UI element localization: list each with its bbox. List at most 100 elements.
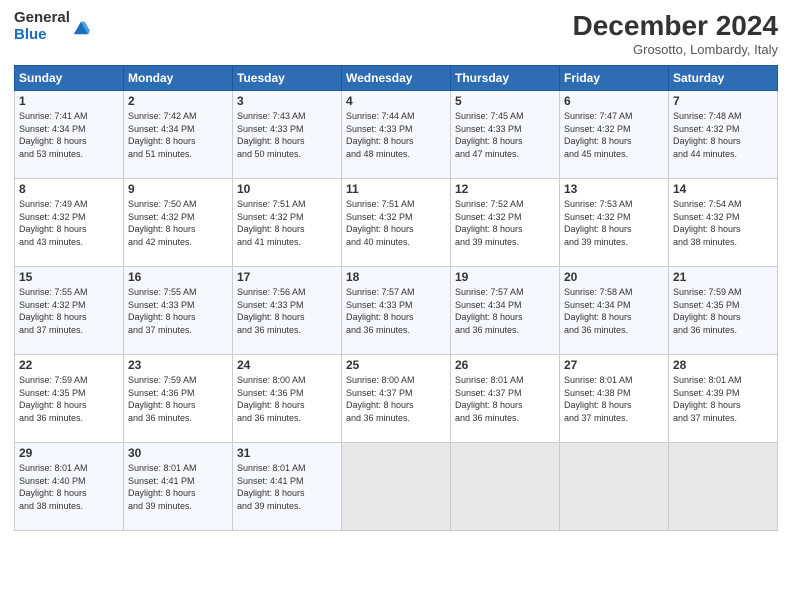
day-number: 15 <box>19 270 119 284</box>
calendar-body: 1 Sunrise: 7:41 AM Sunset: 4:34 PM Daylig… <box>15 91 778 531</box>
calendar-header: SundayMondayTuesdayWednesdayThursdayFrid… <box>15 66 778 91</box>
day-number: 17 <box>237 270 337 284</box>
header-cell-saturday: Saturday <box>669 66 778 91</box>
cell-info: Sunrise: 7:54 AM Sunset: 4:32 PM Dayligh… <box>673 198 773 248</box>
page: General Blue December 2024 Grosotto, Lom… <box>0 0 792 612</box>
calendar-cell: 14 Sunrise: 7:54 AM Sunset: 4:32 PM Dayli… <box>669 179 778 267</box>
day-number: 25 <box>346 358 446 372</box>
calendar-cell: 21Sunrise: 7:59 AM Sunset: 4:35 PM Dayli… <box>669 267 778 355</box>
calendar-cell: 16 Sunrise: 7:55 AM Sunset: 4:33 PM Dayli… <box>124 267 233 355</box>
day-number: 7 <box>673 94 773 108</box>
cell-info: Sunrise: 8:00 AM Sunset: 4:36 PM Dayligh… <box>237 374 337 424</box>
cell-info: Sunrise: 7:42 AM Sunset: 4:34 PM Dayligh… <box>128 110 228 160</box>
calendar-cell <box>560 443 669 531</box>
logo-general: General <box>14 10 70 27</box>
cell-info: Sunrise: 7:50 AM Sunset: 4:32 PM Dayligh… <box>128 198 228 248</box>
day-number: 8 <box>19 182 119 196</box>
day-number: 6 <box>564 94 664 108</box>
calendar-cell: 12Sunrise: 7:52 AM Sunset: 4:32 PM Dayli… <box>451 179 560 267</box>
cell-info: Sunrise: 7:53 AM Sunset: 4:32 PM Dayligh… <box>564 198 664 248</box>
header-row: SundayMondayTuesdayWednesdayThursdayFrid… <box>15 66 778 91</box>
day-number: 13 <box>564 182 664 196</box>
calendar-cell: 1 Sunrise: 7:41 AM Sunset: 4:34 PM Daylig… <box>15 91 124 179</box>
calendar-cell <box>669 443 778 531</box>
calendar-cell: 19 Sunrise: 7:57 AM Sunset: 4:34 PM Dayli… <box>451 267 560 355</box>
cell-info: Sunrise: 7:59 AM Sunset: 4:35 PM Dayligh… <box>19 374 119 424</box>
day-number: 4 <box>346 94 446 108</box>
calendar-cell: 26Sunrise: 8:01 AM Sunset: 4:37 PM Dayli… <box>451 355 560 443</box>
header-cell-sunday: Sunday <box>15 66 124 91</box>
cell-info: Sunrise: 7:55 AM Sunset: 4:33 PM Dayligh… <box>128 286 228 336</box>
cell-info: Sunrise: 7:55 AM Sunset: 4:32 PM Dayligh… <box>19 286 119 336</box>
header: General Blue December 2024 Grosotto, Lom… <box>14 10 778 57</box>
location: Grosotto, Lombardy, Italy <box>573 42 778 57</box>
day-number: 9 <box>128 182 228 196</box>
cell-info: Sunrise: 7:48 AM Sunset: 4:32 PM Dayligh… <box>673 110 773 160</box>
calendar-cell: 15 Sunrise: 7:55 AM Sunset: 4:32 PM Dayli… <box>15 267 124 355</box>
day-number: 10 <box>237 182 337 196</box>
cell-info: Sunrise: 7:58 AM Sunset: 4:34 PM Dayligh… <box>564 286 664 336</box>
calendar-cell: 8 Sunrise: 7:49 AM Sunset: 4:32 PM Daylig… <box>15 179 124 267</box>
calendar-cell: 10Sunrise: 7:51 AM Sunset: 4:32 PM Dayli… <box>233 179 342 267</box>
calendar-cell: 13 Sunrise: 7:53 AM Sunset: 4:32 PM Dayli… <box>560 179 669 267</box>
calendar-row-3: 22Sunrise: 7:59 AM Sunset: 4:35 PM Dayli… <box>15 355 778 443</box>
day-number: 29 <box>19 446 119 460</box>
day-number: 1 <box>19 94 119 108</box>
cell-info: Sunrise: 7:41 AM Sunset: 4:34 PM Dayligh… <box>19 110 119 160</box>
day-number: 26 <box>455 358 555 372</box>
calendar-cell: 24 Sunrise: 8:00 AM Sunset: 4:36 PM Dayli… <box>233 355 342 443</box>
day-number: 21 <box>673 270 773 284</box>
day-number: 27 <box>564 358 664 372</box>
calendar-row-0: 1 Sunrise: 7:41 AM Sunset: 4:34 PM Daylig… <box>15 91 778 179</box>
calendar-cell: 11Sunrise: 7:51 AM Sunset: 4:32 PM Dayli… <box>342 179 451 267</box>
logo-text: General Blue <box>14 10 70 43</box>
calendar-cell: 9 Sunrise: 7:50 AM Sunset: 4:32 PM Daylig… <box>124 179 233 267</box>
day-number: 30 <box>128 446 228 460</box>
day-number: 2 <box>128 94 228 108</box>
day-number: 18 <box>346 270 446 284</box>
day-number: 23 <box>128 358 228 372</box>
calendar-row-1: 8 Sunrise: 7:49 AM Sunset: 4:32 PM Daylig… <box>15 179 778 267</box>
calendar-cell: 31 Sunrise: 8:01 AM Sunset: 4:41 PM Dayli… <box>233 443 342 531</box>
logo-icon <box>72 18 90 36</box>
header-cell-thursday: Thursday <box>451 66 560 91</box>
calendar-cell: 22Sunrise: 7:59 AM Sunset: 4:35 PM Dayli… <box>15 355 124 443</box>
day-number: 3 <box>237 94 337 108</box>
calendar-cell <box>451 443 560 531</box>
header-cell-friday: Friday <box>560 66 669 91</box>
day-number: 14 <box>673 182 773 196</box>
calendar-cell: 25 Sunrise: 8:00 AM Sunset: 4:37 PM Dayli… <box>342 355 451 443</box>
calendar-table: SundayMondayTuesdayWednesdayThursdayFrid… <box>14 65 778 531</box>
title-block: December 2024 Grosotto, Lombardy, Italy <box>573 10 778 57</box>
calendar-cell: 27 Sunrise: 8:01 AM Sunset: 4:38 PM Dayli… <box>560 355 669 443</box>
calendar-cell: 23 Sunrise: 7:59 AM Sunset: 4:36 PM Dayli… <box>124 355 233 443</box>
calendar-cell: 18 Sunrise: 7:57 AM Sunset: 4:33 PM Dayli… <box>342 267 451 355</box>
calendar-cell: 20 Sunrise: 7:58 AM Sunset: 4:34 PM Dayli… <box>560 267 669 355</box>
day-number: 31 <box>237 446 337 460</box>
cell-info: Sunrise: 7:59 AM Sunset: 4:36 PM Dayligh… <box>128 374 228 424</box>
cell-info: Sunrise: 8:01 AM Sunset: 4:41 PM Dayligh… <box>237 462 337 512</box>
day-number: 19 <box>455 270 555 284</box>
header-cell-tuesday: Tuesday <box>233 66 342 91</box>
cell-info: Sunrise: 7:51 AM Sunset: 4:32 PM Dayligh… <box>346 198 446 248</box>
day-number: 16 <box>128 270 228 284</box>
cell-info: Sunrise: 8:00 AM Sunset: 4:37 PM Dayligh… <box>346 374 446 424</box>
day-number: 24 <box>237 358 337 372</box>
calendar-cell: 4Sunrise: 7:44 AM Sunset: 4:33 PM Daylig… <box>342 91 451 179</box>
cell-info: Sunrise: 7:57 AM Sunset: 4:33 PM Dayligh… <box>346 286 446 336</box>
cell-info: Sunrise: 8:01 AM Sunset: 4:40 PM Dayligh… <box>19 462 119 512</box>
day-number: 20 <box>564 270 664 284</box>
cell-info: Sunrise: 8:01 AM Sunset: 4:39 PM Dayligh… <box>673 374 773 424</box>
calendar-cell: 7 Sunrise: 7:48 AM Sunset: 4:32 PM Daylig… <box>669 91 778 179</box>
cell-info: Sunrise: 7:47 AM Sunset: 4:32 PM Dayligh… <box>564 110 664 160</box>
header-cell-monday: Monday <box>124 66 233 91</box>
calendar-cell: 29 Sunrise: 8:01 AM Sunset: 4:40 PM Dayli… <box>15 443 124 531</box>
calendar-cell: 2 Sunrise: 7:42 AM Sunset: 4:34 PM Daylig… <box>124 91 233 179</box>
month-title: December 2024 <box>573 10 778 42</box>
cell-info: Sunrise: 7:52 AM Sunset: 4:32 PM Dayligh… <box>455 198 555 248</box>
cell-info: Sunrise: 8:01 AM Sunset: 4:38 PM Dayligh… <box>564 374 664 424</box>
cell-info: Sunrise: 7:49 AM Sunset: 4:32 PM Dayligh… <box>19 198 119 248</box>
logo-blue: Blue <box>14 27 70 44</box>
cell-info: Sunrise: 7:57 AM Sunset: 4:34 PM Dayligh… <box>455 286 555 336</box>
calendar-cell: 5Sunrise: 7:45 AM Sunset: 4:33 PM Daylig… <box>451 91 560 179</box>
